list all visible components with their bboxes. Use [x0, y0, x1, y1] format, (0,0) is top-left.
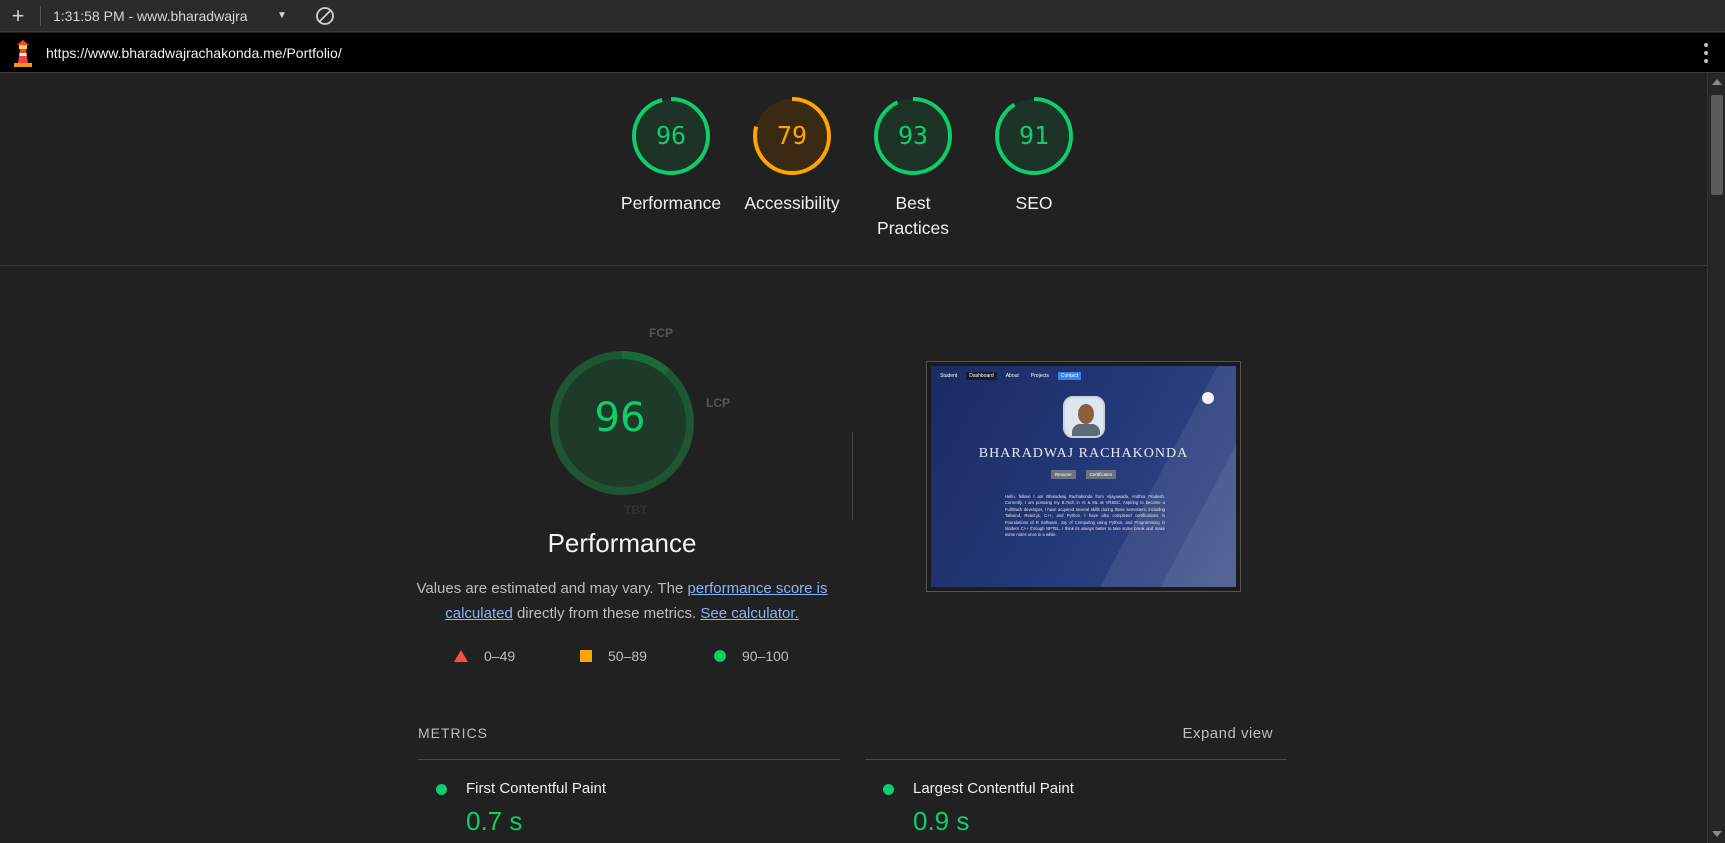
preview-certificates-button: Certificates: [1085, 470, 1117, 479]
report-selector[interactable]: 1:31:58 PM - www.bharadwajra: [47, 8, 275, 24]
section-divider: [852, 432, 853, 520]
gauge-label: Best Practices: [877, 193, 949, 238]
scroll-up-icon[interactable]: [1712, 79, 1722, 85]
preview-nav: Student Dashboard About Projects Contact: [937, 372, 1082, 380]
gauge-score: 91: [1018, 121, 1050, 150]
scroll-down-icon[interactable]: [1712, 831, 1722, 837]
preview-nav-item: Contact: [1057, 372, 1082, 380]
performance-description: Values are estimated and may vary. The p…: [416, 576, 828, 626]
legend-average: 50–89: [580, 648, 647, 664]
preview-buttons: Resume Certificates: [931, 470, 1236, 479]
desc-text: directly from these metrics.: [512, 605, 701, 622]
preview-paragraph: Hello, fellow! I am Bharadwaj Rachakonda…: [1005, 494, 1165, 538]
final-screenshot[interactable]: Student Dashboard About Projects Contact…: [926, 361, 1241, 592]
preview-resume-button: Resume: [1050, 470, 1076, 479]
url-bar: https://www.bharadwajrachakonda.me/Portf…: [0, 33, 1725, 73]
legend-fail: 0–49: [454, 648, 515, 664]
triangle-icon: [454, 650, 468, 662]
lighthouse-icon: [0, 33, 46, 73]
metrics-header: METRICS Expand view: [418, 725, 1273, 745]
gauge-label: SEO: [1015, 193, 1053, 213]
gauge-seo[interactable]: 91 SEO: [974, 95, 1094, 216]
fcp-label: FCP: [649, 326, 673, 340]
performance-title: Performance: [547, 528, 697, 558]
score-legend: 0–49 50–89 90–100: [450, 648, 850, 668]
legend-range: 50–89: [608, 648, 647, 664]
report-url[interactable]: https://www.bharadwajrachakonda.me/Portf…: [46, 45, 342, 61]
preview-name: BHARADWAJ RACHAKONDA: [978, 446, 1189, 461]
metrics-title: METRICS: [418, 725, 488, 741]
gauge-performance[interactable]: 96 Performance: [611, 95, 731, 216]
scrollbar-thumb[interactable]: [1711, 95, 1723, 195]
circle-icon: [436, 784, 447, 795]
plus-icon[interactable]: +: [0, 0, 36, 32]
metrics-rule: [865, 759, 1287, 760]
legend-range: 90–100: [742, 648, 789, 664]
gauge-score: 93: [897, 121, 929, 150]
metric-value: 0.9 s: [913, 806, 970, 836]
avatar: [1063, 396, 1105, 438]
performance-score: 96: [594, 395, 646, 441]
moon-icon: [1202, 392, 1214, 404]
tbt-label: TBT: [624, 503, 648, 517]
lcp-label: LCP: [706, 396, 730, 410]
metrics-rule: [418, 759, 840, 760]
chevron-down-icon[interactable]: ▼: [277, 10, 287, 21]
metric-name: First Contentful Paint: [466, 780, 607, 797]
gauge-best-practices[interactable]: 93 Best Practices: [853, 95, 973, 241]
preview-nav-brand: Student: [940, 373, 958, 379]
square-icon: [580, 650, 592, 662]
see-calculator-link[interactable]: See calculator.: [700, 605, 798, 622]
devtools-toolbar: + 1:31:58 PM - www.bharadwajra ▼: [0, 0, 1725, 32]
gauge-label: Performance: [620, 193, 722, 213]
toolbar-divider: [40, 5, 41, 26]
circle-icon: [714, 650, 726, 662]
kebab-menu-icon[interactable]: [1703, 43, 1709, 63]
performance-big-gauge: 96 FCP LCP TBT: [540, 320, 730, 520]
block-icon[interactable]: [313, 4, 337, 28]
preview-nav-item: Dashboard: [966, 372, 997, 380]
preview-nav-item: About: [1005, 373, 1019, 379]
report-selector-label: 1:31:58 PM - www.bharadwajra: [53, 7, 248, 24]
preview-nav-item: Projects: [1030, 373, 1049, 379]
desc-text: Values are estimated and may vary. The: [416, 580, 688, 597]
gauge-score: 79: [776, 121, 808, 150]
legend-range: 0–49: [484, 648, 516, 664]
metric-name: Largest Contentful Paint: [913, 780, 1074, 797]
metric-value: 0.7 s: [466, 806, 523, 836]
vertical-scrollbar[interactable]: [1707, 73, 1725, 843]
legend-pass: 90–100: [714, 648, 789, 664]
score-summary: 96 Performance 79 Accessibility 93 Best …: [0, 73, 1707, 266]
circle-icon: [883, 784, 894, 795]
expand-view-button[interactable]: Expand view: [1182, 725, 1273, 742]
gauge-label: Accessibility: [744, 193, 840, 213]
gauge-score: 96: [655, 121, 687, 150]
gauge-accessibility[interactable]: 79 Accessibility: [732, 95, 852, 216]
